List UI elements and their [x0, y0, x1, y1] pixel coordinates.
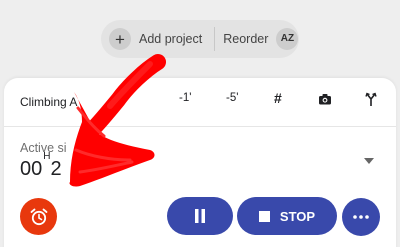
pill-divider — [214, 27, 216, 51]
subtract-five-minutes-button[interactable]: -5' — [226, 92, 238, 104]
alarm-icon — [30, 208, 47, 225]
stop-label: STOP — [279, 208, 316, 224]
project-name[interactable]: Climbing A — [20, 95, 77, 109]
timer-hours: 00 — [20, 158, 43, 180]
top-action-pill: + Add project Reorder AZ — [101, 20, 299, 58]
more-button[interactable] — [342, 198, 380, 236]
chevron-down-icon[interactable] — [364, 158, 374, 164]
subtract-one-minute-button[interactable]: -1' — [179, 92, 191, 104]
more-horizontal-icon — [353, 215, 369, 219]
hash-icon[interactable]: # — [274, 90, 282, 106]
add-project-label: Add project — [139, 32, 203, 46]
camera-icon[interactable] — [318, 93, 332, 108]
add-project-button[interactable]: + Add project — [101, 20, 208, 58]
timer-minutes-partial: 2 — [50, 158, 62, 180]
alarm-button[interactable] — [20, 198, 57, 235]
stop-button[interactable]: STOP — [237, 197, 337, 235]
timer-hours-unit: H — [43, 151, 51, 163]
az-sort-icon: AZ — [276, 28, 299, 50]
reorder-label: Reorder — [223, 32, 269, 46]
reorder-button[interactable]: Reorder AZ — [223, 20, 299, 58]
pause-button[interactable] — [167, 197, 233, 235]
plus-icon: + — [109, 28, 131, 50]
elapsed-timer: 00H2 — [20, 151, 62, 181]
branch-icon[interactable] — [365, 92, 377, 109]
pause-icon — [195, 209, 205, 223]
active-timer-card: Climbing A -1' -5' # Active si 00H2 STOP — [4, 78, 396, 247]
card-toolbar: Climbing A -1' -5' # — [4, 78, 396, 122]
stop-icon — [258, 210, 270, 222]
toolbar-divider — [4, 126, 396, 127]
